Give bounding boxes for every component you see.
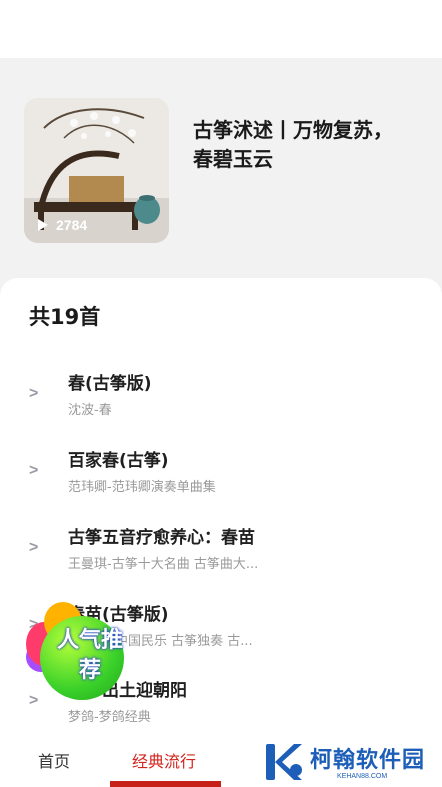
- play-icon: [38, 219, 48, 231]
- watermark-logo: 柯翰软件园 KEHAN88.COM: [242, 736, 442, 787]
- chevron-right-icon: >: [29, 539, 39, 556]
- play-count: 2784: [38, 217, 87, 233]
- list-item[interactable]: > 百家春(古筝) 范玮卿-范玮卿演奏单曲集: [0, 438, 442, 502]
- brand-name: 柯翰软件园: [310, 748, 426, 773]
- list-item[interactable]: > 古筝五音疗愈养心：春苗 王曼琪-古筝十大名曲 古筝曲大...: [0, 515, 442, 579]
- chevron-right-icon: >: [29, 462, 39, 479]
- chevron-right-icon: >: [29, 385, 39, 402]
- album-cover[interactable]: 2784: [24, 98, 169, 243]
- popular-recommend-badge[interactable]: 人气推荐: [26, 600, 126, 700]
- song-name: 古筝五音疗愈养心：春苗: [68, 528, 255, 548]
- tab-classic-popular[interactable]: 经典流行: [132, 748, 196, 772]
- tab-home[interactable]: 首页: [38, 748, 70, 772]
- song-name: 春(古筝版): [68, 374, 152, 394]
- play-count-value: 2784: [56, 217, 88, 233]
- song-count: 共19首: [29, 305, 101, 329]
- song-meta: 梦鸽-梦鸽经典: [68, 710, 151, 725]
- song-meta: 沈波-春: [68, 403, 112, 418]
- song-name: 百家春(古筝): [68, 451, 169, 471]
- song-meta: 王曼琪-古筝十大名曲 古筝曲大...: [68, 557, 259, 572]
- kehan-k-logo-icon: [266, 744, 302, 780]
- status-bar: [0, 0, 442, 58]
- song-meta: 中国民乐 古筝独奏 古...: [115, 634, 253, 649]
- song-meta: 范玮卿-范玮卿演奏单曲集: [68, 480, 216, 495]
- brand-domain: KEHAN88.COM: [337, 773, 388, 780]
- active-tab-indicator: [110, 781, 221, 787]
- album-title: 古筝沭述丨万物复苏，春碧玉云: [193, 118, 393, 171]
- list-item[interactable]: > 春(古筝版) 沈波-春: [0, 361, 442, 425]
- badge-text: 人气推荐: [56, 628, 123, 683]
